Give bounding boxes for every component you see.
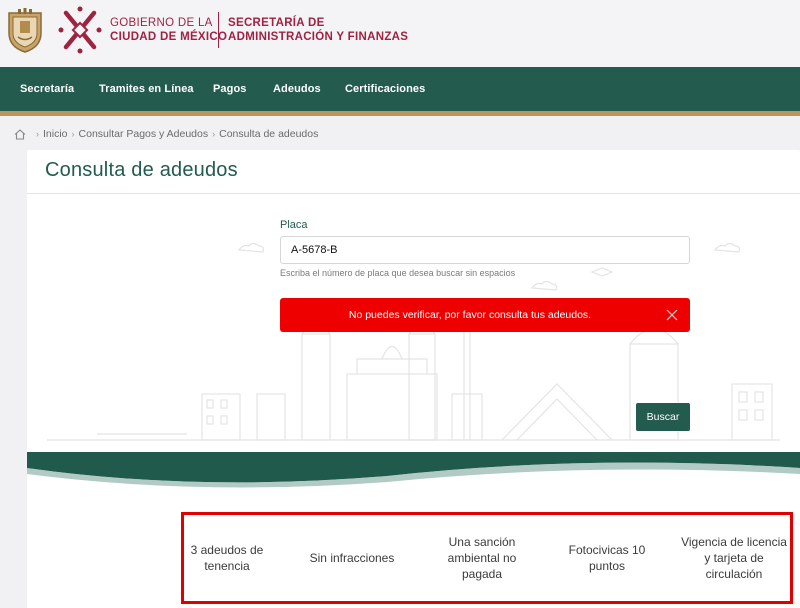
page: GOBIERNO DE LA CIUDAD DE MÉXICO SECRETAR… (0, 0, 800, 608)
plate-help-text: Escriba el número de placa que desea bus… (280, 268, 516, 278)
header-separator (218, 12, 219, 48)
sec-line-2: ADMINISTRACIÓN Y FINANZAS (228, 31, 409, 43)
sec-line-1: SECRETARÍA DE (228, 17, 325, 29)
summary-item-tenencia: 3 adeudos de tenencia (190, 543, 264, 573)
nav-item-adeudos[interactable]: Adeudos (273, 83, 321, 95)
page-title: Consulta de adeudos (45, 159, 238, 181)
main-nav: Secretaría Tramites en Línea Pagos Adeud… (0, 67, 800, 111)
nav-item-secretaria[interactable]: Secretaría (20, 83, 74, 95)
home-icon[interactable] (14, 128, 26, 140)
summary-item-infracciones: Sin infracciones (309, 551, 395, 565)
breadcrumb-consultar[interactable]: Consultar Pagos y Adeudos (79, 128, 209, 140)
gov-line-1: GOBIERNO DE LA (110, 17, 213, 29)
plate-input[interactable] (280, 236, 690, 264)
breadcrumb-inicio[interactable]: Inicio (43, 128, 68, 140)
chevron-right-icon: › (36, 129, 39, 139)
summary-item-fotocivicas: Fotocivicas 10 puntos (568, 543, 646, 573)
alert-message: No puedes verificar, por favor consulta … (348, 309, 592, 321)
chevron-right-icon: › (212, 129, 216, 139)
coat-of-arms-icon (8, 8, 42, 53)
site-header: GOBIERNO DE LA CIUDAD DE MÉXICO SECRETAR… (0, 0, 800, 67)
decorative-wave (27, 452, 800, 492)
government-name: GOBIERNO DE LA CIUDAD DE MÉXICO (110, 16, 227, 44)
close-icon[interactable] (664, 307, 680, 323)
chevron-right-icon: › (71, 129, 75, 139)
nav-gold-stripe (0, 111, 800, 116)
secretariat-name: SECRETARÍA DE ADMINISTRACIÓN Y FINANZAS (228, 16, 408, 44)
breadcrumb: › Inicio › Consultar Pagos y Adeudos › C… (14, 128, 318, 140)
search-button[interactable]: Buscar (636, 403, 690, 431)
nav-item-certificaciones[interactable]: Certificaciones (345, 83, 425, 95)
error-alert: No puedes verificar, por favor consulta … (280, 298, 690, 332)
query-card: Consulta de adeudos Placa A-5678-B Escri… (27, 150, 800, 460)
nav-item-pagos[interactable]: Pagos (213, 83, 247, 95)
summary-item-sancion: Una sanción ambiental no pagada (447, 535, 517, 581)
debt-summary-box: 3 adeudos de tenencia Sin infracciones U… (181, 512, 793, 604)
gov-line-2: CIUDAD DE MÉXICO (110, 31, 228, 43)
nav-item-tramites[interactable]: Tramites en Línea (99, 83, 194, 95)
summary-item-vigencia: Vigencia de licencia y tarjeta de circul… (681, 535, 787, 581)
plate-label: Placa (280, 219, 308, 231)
cdmx-logo-icon (58, 6, 102, 54)
breadcrumb-current: Consulta de adeudos (219, 128, 319, 140)
